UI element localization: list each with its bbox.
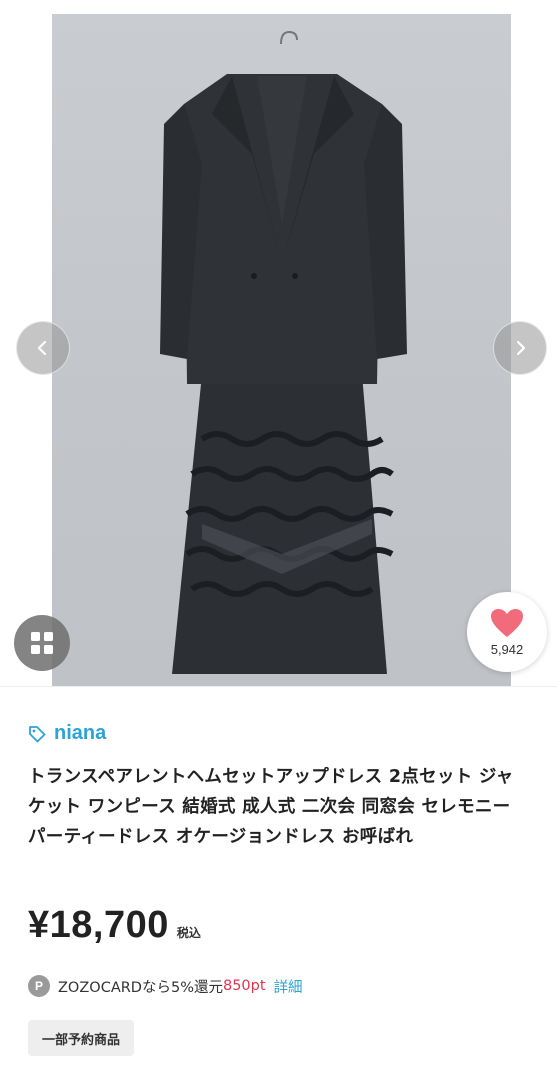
points-badge-icon: P [28, 975, 50, 997]
favorite-count: 5,942 [490, 641, 524, 657]
next-image-button[interactable] [493, 321, 547, 375]
zozocard-points: 850pt [222, 978, 266, 994]
preorder-tag: 一部予約商品 [28, 1020, 135, 1056]
zozocard-detail-link[interactable]: 詳細 [274, 976, 303, 997]
tag-icon [29, 725, 46, 742]
zozocard-text: ZOZOCARDなら5%還元 [58, 979, 223, 996]
grid-icon [31, 632, 53, 654]
chevron-right-icon [516, 340, 526, 356]
product-price: ¥18,700 [28, 904, 169, 946]
brand-link[interactable]: niana [28, 722, 106, 745]
prev-image-button[interactable] [16, 321, 70, 375]
divider [0, 686, 557, 687]
product-image-carousel[interactable]: 5,942 [0, 0, 557, 686]
heart-icon [491, 608, 523, 637]
brand-name: niana [54, 722, 107, 744]
product-photo [52, 14, 511, 686]
price-row: ¥18,700 税込 [28, 904, 201, 947]
tax-label: 税込 [176, 926, 201, 940]
dress-illustration [160, 30, 407, 674]
image-grid-button[interactable] [14, 615, 70, 671]
zozocard-points-row: P ZOZOCARDなら5%還元 850pt 詳細 [28, 975, 303, 997]
favorite-button[interactable]: 5,942 [467, 592, 547, 672]
chevron-left-icon [37, 340, 47, 356]
product-title: トランスペアレントヘムセットアップドレス 2点セット ジャケット ワンピース 結… [28, 767, 514, 847]
